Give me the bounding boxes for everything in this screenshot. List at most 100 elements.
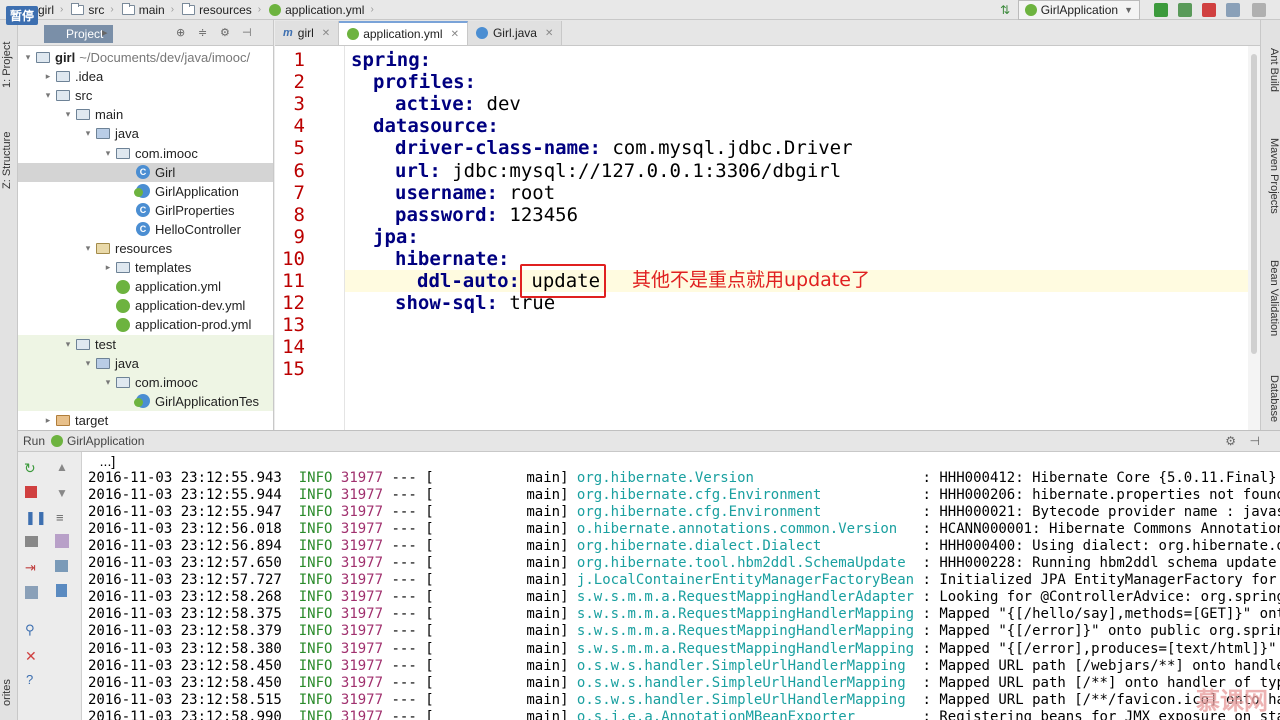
soft-wrap-icon[interactable]: ≡	[56, 510, 72, 525]
console-line: 2016-11-03 23:12:58.450 INFO 31977 --- […	[88, 658, 1280, 675]
scrollbar-thumb[interactable]	[1251, 54, 1257, 354]
timestamp: 2016-11-03 23:12:58.450	[88, 674, 282, 691]
tree-item[interactable]: GirlApplicationTes	[18, 391, 273, 411]
breadcrumb-main[interactable]: main ›	[118, 0, 178, 20]
build-icon[interactable]: ⇅	[1000, 3, 1014, 17]
console-line: 2016-11-03 23:12:58.379 INFO 31977 --- […	[88, 623, 1280, 640]
breadcrumb-src[interactable]: src ›	[67, 0, 117, 20]
settings-icon[interactable]: ⚙	[1225, 434, 1236, 448]
tree-item[interactable]: C HelloController	[18, 220, 273, 239]
console-line: 2016-11-03 23:12:57.650 INFO 31977 --- […	[88, 555, 1277, 572]
tree-item[interactable]: application-dev.yml	[18, 296, 273, 315]
stop-icon[interactable]	[1202, 3, 1216, 17]
tree-item[interactable]: C Girl	[18, 162, 273, 182]
tree-item[interactable]: ▸ target	[18, 411, 273, 430]
maven-projects-tab[interactable]: Maven Projects	[1264, 138, 1280, 248]
code-line: spring:	[351, 49, 431, 71]
layout-icon[interactable]	[25, 586, 38, 599]
collapse-all-icon[interactable]: ≑	[198, 27, 210, 39]
database-tab[interactable]: Database	[1264, 375, 1280, 435]
close-tab-icon[interactable]: ✕	[451, 29, 459, 40]
expanded-arrow-icon[interactable]: ▾	[82, 358, 94, 369]
tree-item[interactable]: ▸ templates	[18, 258, 273, 277]
yaml-key: jpa:	[373, 225, 419, 248]
tree-item[interactable]: ▾ com.imooc	[18, 144, 273, 163]
expanded-arrow-icon[interactable]: ▾	[102, 148, 114, 159]
hide-panel-icon[interactable]: ⊣	[1250, 434, 1260, 448]
scroll-to-end-icon[interactable]	[55, 534, 69, 548]
bean-validation-tab[interactable]: Bean Validation	[1264, 260, 1280, 360]
tree-item[interactable]: GirlApplication	[18, 182, 273, 201]
tree-item[interactable]: application.yml	[18, 277, 273, 296]
close-icon[interactable]: ✕	[25, 648, 41, 664]
project-tool-tab[interactable]: 1: Project	[1, 30, 17, 100]
clear-all-icon[interactable]	[56, 584, 67, 597]
tree-item[interactable]: ▾ java	[18, 353, 273, 373]
camera-icon[interactable]	[25, 536, 38, 547]
project-view-arrow-icon[interactable]: ▸	[102, 27, 114, 39]
log-level: INFO	[298, 487, 333, 504]
code-line: hibernate:	[351, 248, 509, 270]
expanded-arrow-icon[interactable]: ▾	[22, 52, 34, 63]
collapsed-arrow-icon[interactable]: ▸	[42, 71, 54, 82]
run-config-label[interactable]: GirlApplication	[67, 434, 144, 448]
source-folder-icon	[96, 128, 110, 140]
sdk-icon[interactable]	[1226, 3, 1240, 17]
tree-item[interactable]: ▾ java	[18, 124, 273, 143]
tree-item[interactable]: ▾ test	[18, 334, 273, 354]
tree-item[interactable]: ▾ src	[18, 86, 273, 105]
code-line: password: 123456	[351, 204, 578, 226]
editor-tab[interactable]: application.yml ✕	[339, 21, 468, 45]
breadcrumb-file[interactable]: application.yml ›	[265, 0, 378, 20]
yaml-value: root	[497, 181, 556, 204]
rerun-icon[interactable]: ↻	[24, 460, 40, 476]
editor-tab[interactable]: Girl.java ✕	[467, 21, 563, 45]
collapsed-arrow-icon[interactable]: ▸	[42, 415, 54, 426]
editor-tab[interactable]: m girl ✕	[275, 21, 340, 45]
tree-item[interactable]: application-prod.yml	[18, 315, 273, 334]
close-tab-icon[interactable]: ✕	[322, 28, 330, 39]
breadcrumb-resources[interactable]: resources ›	[178, 0, 265, 20]
editor-tab-label: application.yml	[363, 27, 443, 41]
expanded-arrow-icon[interactable]: ▾	[62, 339, 74, 350]
hide-panel-icon[interactable]: ⊣	[242, 27, 254, 39]
thread-name: main	[526, 640, 561, 657]
close-tab-icon[interactable]: ✕	[545, 28, 553, 39]
run-console[interactable]: ...] 2016-11-03 23:12:55.943 INFO 31977 …	[82, 452, 1280, 720]
rerun-icon[interactable]	[1154, 3, 1168, 17]
expanded-arrow-icon[interactable]: ▾	[82, 243, 94, 254]
expanded-arrow-icon[interactable]: ▾	[62, 109, 74, 120]
tree-item[interactable]: C GirlProperties	[18, 201, 273, 220]
exit-icon[interactable]: ⇥	[25, 560, 41, 575]
tree-item[interactable]: ▾ main	[18, 105, 273, 124]
process-id: 31977	[340, 470, 384, 486]
print-icon[interactable]	[55, 560, 68, 572]
scroll-down-icon[interactable]: ▼	[56, 486, 72, 500]
tree-item[interactable]: ▸ .idea	[18, 67, 273, 86]
editor-scrollbar[interactable]	[1248, 46, 1260, 430]
debug-icon[interactable]	[1178, 3, 1192, 17]
run-configuration-select[interactable]: GirlApplication ▼	[1017, 0, 1140, 20]
pin-icon[interactable]: ⚲	[25, 622, 41, 637]
scroll-from-source-icon[interactable]: ⊕	[176, 27, 188, 39]
settings-icon[interactable]: ⚙	[220, 27, 232, 39]
structure-tool-tab[interactable]: Z: Structure	[1, 120, 17, 200]
expanded-arrow-icon[interactable]: ▾	[102, 377, 114, 388]
stop-icon[interactable]	[25, 486, 37, 498]
expanded-arrow-icon[interactable]: ▾	[82, 128, 94, 139]
yaml-key: datasource:	[373, 115, 499, 138]
code-area[interactable]: spring: profiles: active: dev datasource: dr…	[345, 46, 1245, 430]
pause-icon[interactable]: ❚❚	[25, 510, 47, 525]
scroll-up-icon[interactable]: ▲	[56, 460, 72, 474]
breadcrumb-label: main	[138, 2, 165, 17]
ant-build-tab[interactable]: Ant Build	[1264, 48, 1280, 118]
thread-name: main	[526, 623, 561, 640]
tree-item[interactable]: ▾ girl ~/Documents/dev/java/imooc/	[18, 48, 273, 67]
search-everywhere-icon[interactable]	[1252, 3, 1266, 17]
collapsed-arrow-icon[interactable]: ▸	[102, 262, 114, 273]
expanded-arrow-icon[interactable]: ▾	[42, 90, 54, 101]
tree-item[interactable]: ▾ resources	[18, 239, 273, 258]
favorites-tool-tab[interactable]: orites	[1, 670, 17, 715]
tree-item[interactable]: ▾ com.imooc	[18, 372, 273, 392]
help-icon[interactable]: ?	[26, 672, 42, 687]
